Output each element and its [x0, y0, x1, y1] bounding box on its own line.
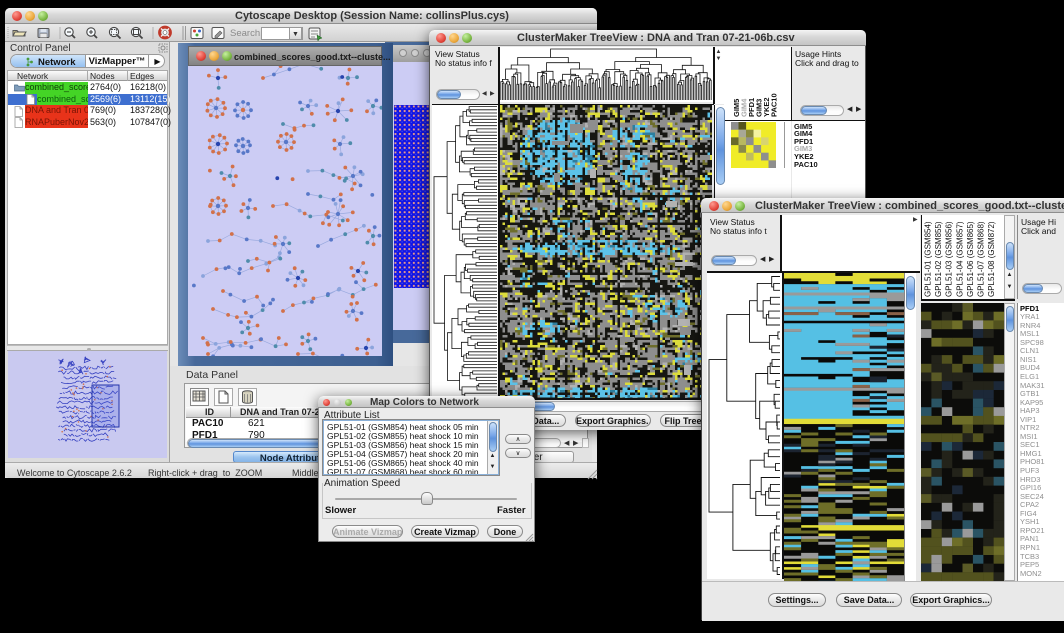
svg-text:PAC10: PAC10: [769, 93, 778, 117]
svg-text:GPL51-01 (GSM854): GPL51-01 (GSM854): [924, 221, 933, 297]
svg-text:GPL51-06 (GSM865): GPL51-06 (GSM865): [966, 221, 975, 297]
svg-text:GPL51-04 (GSM857): GPL51-04 (GSM857): [955, 221, 964, 297]
svg-text:GPL51-07 (GSM868): GPL51-07 (GSM868): [977, 221, 986, 297]
svg-text:GPL51-08 (GSM872): GPL51-08 (GSM872): [987, 221, 996, 297]
svg-text:GPL51-03 (GSM856): GPL51-03 (GSM856): [945, 221, 954, 297]
svg-text:GPL51-02 (GSM855): GPL51-02 (GSM855): [934, 221, 943, 297]
